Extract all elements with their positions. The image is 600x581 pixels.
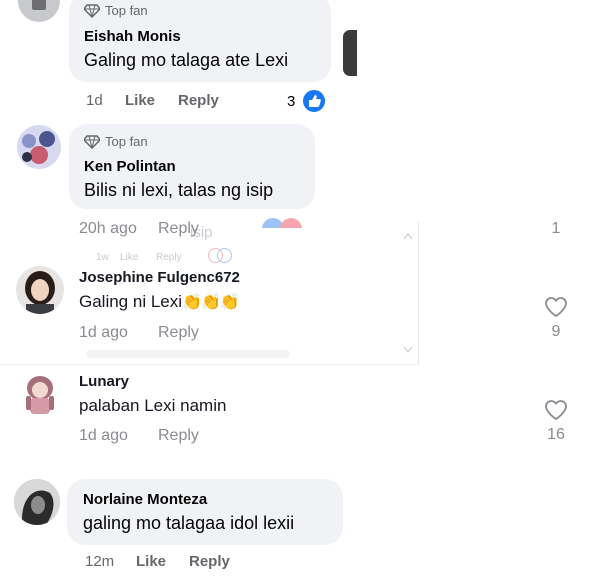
- comment-text: Galing mo talaga ate Lexi: [84, 50, 289, 70]
- reaction-count[interactable]: 3: [287, 93, 295, 110]
- clap-emoji-icon: 👏👏👏: [182, 294, 240, 311]
- top-fan-badge: Top fan: [84, 134, 148, 149]
- heart-outline-icon[interactable]: [544, 296, 568, 318]
- ghost-like: Like: [120, 252, 139, 263]
- top-fan-label: Top fan: [105, 134, 148, 149]
- avatar[interactable]: [16, 370, 64, 418]
- comment-text: galing mo talagaa idol lexii: [83, 513, 295, 533]
- avatar[interactable]: [14, 479, 60, 525]
- scroll-up-arrow[interactable]: [403, 226, 413, 240]
- commenter-name[interactable]: Ken Polintan: [84, 158, 176, 175]
- comment-text: palaban Lexi namin: [79, 396, 227, 415]
- avatar[interactable]: [16, 266, 64, 314]
- reply-button[interactable]: Reply: [158, 427, 199, 445]
- top-fan-diamond-icon: [84, 134, 100, 149]
- avatar[interactable]: [17, 125, 61, 169]
- avatar-image: [32, 0, 46, 10]
- ghost-reply: Reply: [156, 252, 182, 263]
- comment-text: Bilis ni lexi, talas ng isip: [84, 180, 274, 200]
- heart-outline-icon[interactable]: [544, 399, 568, 421]
- top-fan-diamond-icon: [84, 3, 100, 18]
- avatar-image: [22, 131, 55, 164]
- avatar-image: [14, 479, 60, 525]
- top-fan-badge: Top fan: [84, 3, 148, 18]
- avatar[interactable]: [18, 0, 60, 22]
- comment-time[interactable]: 1d ago: [79, 324, 128, 342]
- like-button[interactable]: Like: [125, 92, 155, 109]
- like-count: 16: [547, 426, 565, 443]
- comment-count: 1: [551, 220, 561, 237]
- scrollbar-track[interactable]: [86, 350, 290, 358]
- commenter-name[interactable]: Lunary: [79, 373, 129, 390]
- reply-button[interactable]: Reply: [178, 92, 219, 109]
- top-fan-label: Top fan: [105, 3, 148, 18]
- scrollbar-thumb[interactable]: [343, 30, 357, 76]
- comment-text-body: Galing ni Lexi: [79, 292, 183, 311]
- reply-button[interactable]: Reply: [158, 220, 199, 238]
- ghost-reaction-icon: [262, 218, 304, 228]
- commenter-name[interactable]: Eishah Monis: [84, 28, 181, 45]
- comment-time[interactable]: 1d: [86, 92, 103, 109]
- commenter-name[interactable]: Josephine Fulgenc672: [79, 269, 240, 286]
- comment-bubble: [67, 479, 343, 545]
- comment-time[interactable]: 20h ago: [79, 220, 137, 238]
- ghost-time: 1w: [96, 252, 109, 263]
- reply-button[interactable]: Reply: [189, 553, 230, 570]
- comment-time[interactable]: 12m: [85, 553, 114, 570]
- like-count: 9: [551, 323, 561, 340]
- avatar-image: [26, 376, 54, 414]
- commenter-name[interactable]: Norlaine Monteza: [83, 491, 207, 508]
- avatar-image: [25, 271, 55, 314]
- comment-time[interactable]: 1d ago: [79, 427, 128, 445]
- comment-text: Galing ni Lexi👏👏👏: [79, 292, 240, 312]
- reply-button[interactable]: Reply: [158, 324, 199, 342]
- like-reaction-icon[interactable]: [301, 88, 327, 114]
- scroll-down-arrow[interactable]: [403, 340, 413, 353]
- ghost-reaction-icon: [208, 248, 232, 263]
- like-button[interactable]: Like: [136, 553, 166, 570]
